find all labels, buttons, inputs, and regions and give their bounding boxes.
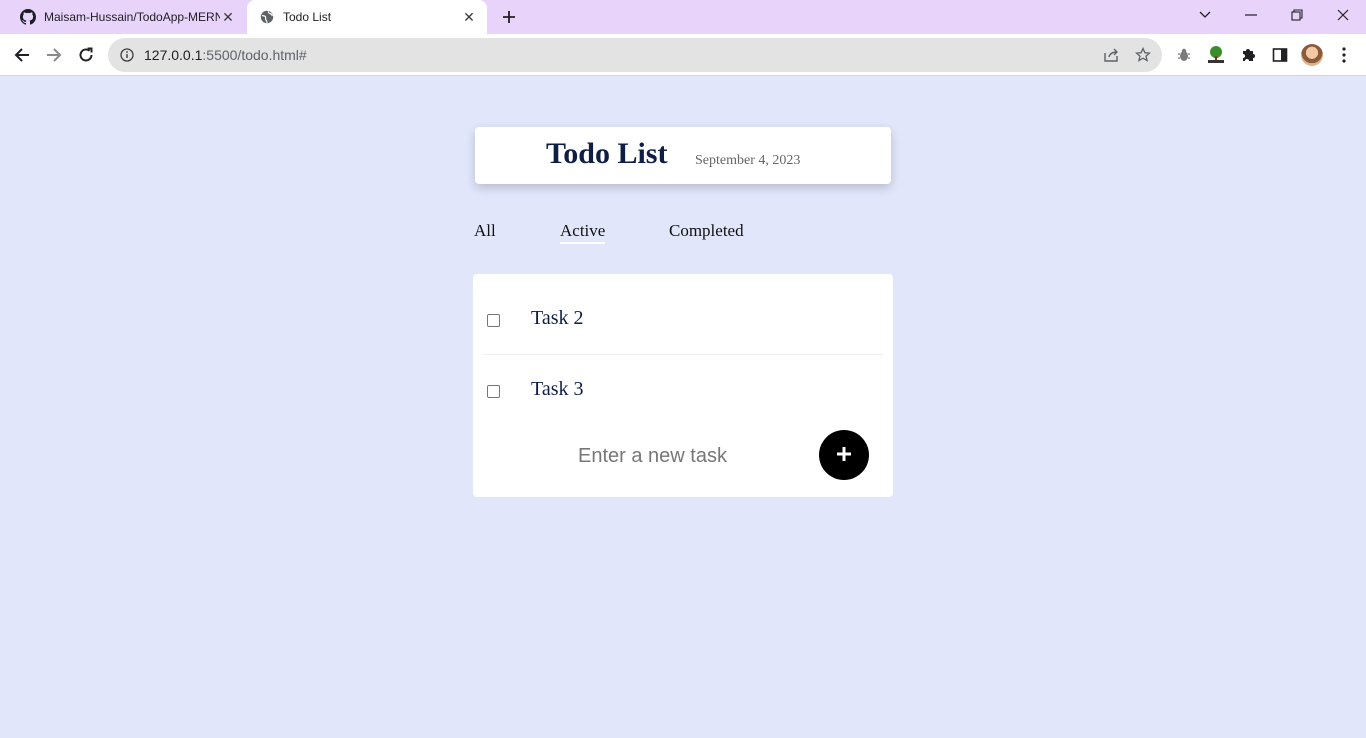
task-row: Task 3 — [483, 355, 883, 426]
profile-avatar[interactable] — [1301, 44, 1323, 66]
tab-todo-list[interactable]: Todo List ✕ — [247, 0, 487, 34]
task-checkbox[interactable] — [487, 314, 500, 327]
close-window-icon[interactable] — [1330, 4, 1356, 26]
task-label: Task 3 — [531, 378, 584, 400]
reload-icon[interactable] — [74, 43, 98, 67]
task-label: Task 2 — [531, 307, 584, 329]
plus-icon — [836, 446, 852, 465]
tree-extension-icon[interactable] — [1205, 44, 1227, 66]
url-text: 127.0.0.1:5500/todo.html# — [144, 47, 307, 63]
minimize-icon[interactable] — [1238, 4, 1264, 26]
add-task-button[interactable] — [819, 430, 869, 480]
info-icon[interactable] — [119, 47, 135, 63]
new-tab-icon[interactable] — [498, 6, 520, 28]
close-icon[interactable]: ✕ — [220, 9, 236, 25]
share-icon[interactable] — [1102, 46, 1120, 64]
filter-completed[interactable]: Completed — [669, 221, 744, 241]
new-task-input[interactable] — [578, 440, 798, 472]
side-panel-icon[interactable] — [1269, 44, 1291, 66]
globe-icon — [259, 9, 275, 25]
puzzle-icon[interactable] — [1237, 44, 1259, 66]
filter-all[interactable]: All — [474, 221, 496, 241]
chevron-down-icon[interactable] — [1192, 4, 1218, 26]
back-icon[interactable] — [10, 43, 34, 67]
tab-github[interactable]: Maisam-Hussain/TodoApp-MERN ✕ — [8, 0, 246, 34]
bug-extension-icon[interactable] — [1173, 44, 1195, 66]
browser-toolbar: 127.0.0.1:5500/todo.html# — [0, 34, 1366, 76]
address-bar[interactable]: 127.0.0.1:5500/todo.html# — [108, 38, 1162, 72]
github-icon — [20, 9, 36, 25]
kebab-menu-icon[interactable] — [1333, 44, 1355, 66]
task-row: Task 2 — [483, 284, 883, 355]
tab-title: Maisam-Hussain/TodoApp-MERN — [44, 10, 220, 24]
page-date: September 4, 2023 — [695, 153, 801, 168]
close-icon[interactable]: ✕ — [461, 9, 477, 25]
page-title: Todo List — [546, 137, 668, 170]
url-path: :5500/todo.html# — [202, 47, 307, 63]
todo-list-card: Task 2 Task 3 — [473, 274, 893, 497]
forward-icon[interactable] — [42, 43, 66, 67]
url-host: 127.0.0.1 — [144, 47, 203, 63]
tab-title: Todo List — [283, 10, 332, 24]
browser-tab-strip: Maisam-Hussain/TodoApp-MERN ✕ Todo List … — [0, 0, 1366, 34]
filter-active[interactable]: Active — [560, 221, 606, 244]
header-card: Todo List September 4, 2023 — [475, 127, 891, 184]
restore-icon[interactable] — [1284, 4, 1310, 26]
star-icon[interactable] — [1134, 46, 1152, 64]
task-checkbox[interactable] — [487, 385, 500, 398]
